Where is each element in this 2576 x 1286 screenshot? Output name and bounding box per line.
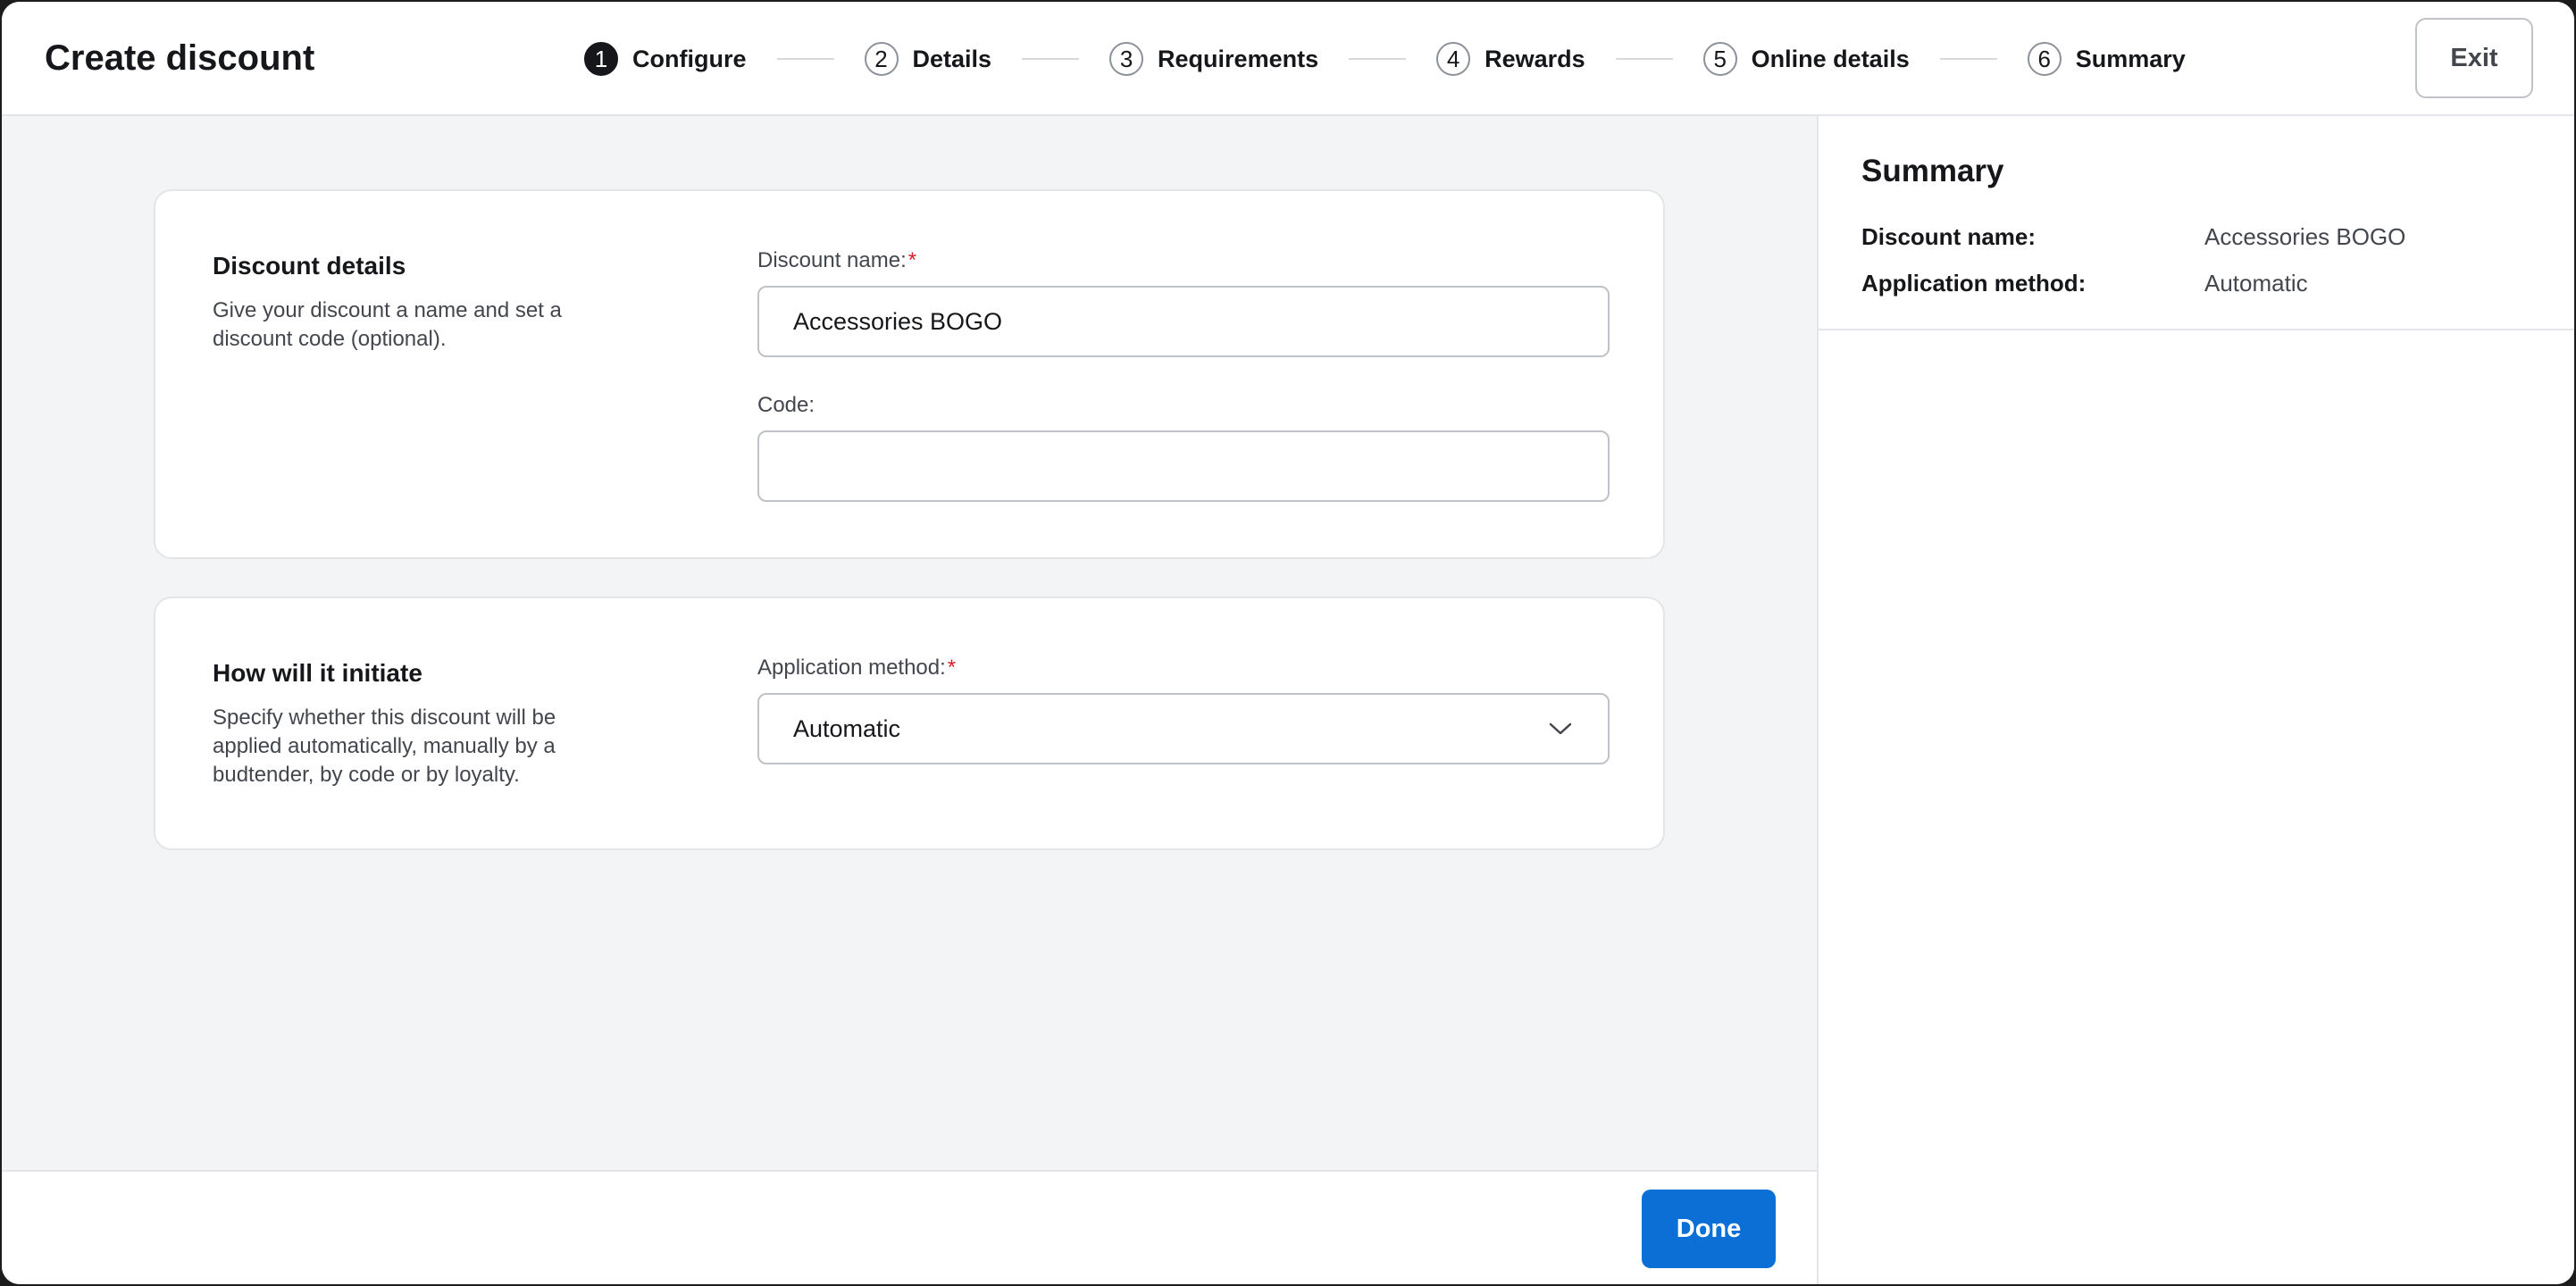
step-number: 3: [1109, 42, 1144, 76]
summary-key: Application method:: [1861, 270, 2087, 296]
step-number: 2: [864, 42, 899, 76]
card-heading: How will it initiate: [213, 659, 422, 687]
page-title: Create discount: [45, 38, 315, 78]
code-input[interactable]: [757, 430, 1610, 502]
step-label: Requirements: [1158, 45, 1319, 72]
application-method-label: Application method:*: [757, 656, 956, 681]
label-text: Application method:: [757, 656, 946, 680]
step-number: 5: [1702, 42, 1737, 76]
header: Create discount 1 Configure 2 Details 3 …: [2, 2, 2574, 116]
code-label: Code:: [757, 393, 815, 417]
application-method-select[interactable]: Automatic: [757, 693, 1610, 764]
step-number: 1: [584, 42, 618, 76]
step-connector: [1022, 58, 1080, 60]
step-connector: [776, 58, 834, 60]
step-details[interactable]: 2 Details: [864, 39, 992, 79]
card-heading: Discount details: [213, 252, 406, 280]
label-text: Discount name:: [757, 248, 907, 272]
required-mark: *: [907, 248, 917, 272]
summary-panel: Summary Discount name: Accessories BOGO …: [1817, 116, 2574, 1284]
step-connector: [1939, 58, 1997, 60]
exit-button[interactable]: Exit: [2415, 18, 2533, 98]
step-configure[interactable]: 1 Configure: [584, 39, 747, 79]
discount-name-input[interactable]: [757, 286, 1610, 357]
done-button[interactable]: Done: [1642, 1190, 1776, 1268]
step-rewards[interactable]: 4 Rewards: [1436, 39, 1585, 79]
app-window: Create discount 1 Configure 2 Details 3 …: [2, 2, 2574, 1284]
step-number: 4: [1436, 42, 1471, 76]
card-description: Specify whether this discount will be ap…: [213, 706, 556, 787]
step-connector: [1615, 58, 1673, 60]
summary-key: Discount name:: [1861, 223, 2037, 250]
card-description: Give your discount a name and set a disc…: [213, 298, 562, 351]
step-requirements[interactable]: 3 Requirements: [1109, 39, 1318, 79]
summary-value: Accessories BOGO: [2204, 223, 2406, 250]
step-label: Details: [912, 45, 992, 72]
chevron-down-icon: [1547, 715, 1574, 742]
summary-title: Summary: [1861, 154, 2004, 188]
step-online-details[interactable]: 5 Online details: [1702, 39, 1910, 79]
step-connector: [1349, 58, 1407, 60]
summary-section: Summary Discount name: Accessories BOGO …: [1819, 116, 2574, 330]
step-label: Rewards: [1485, 45, 1585, 72]
initiate-card: How will it initiate Specify whether thi…: [154, 597, 1665, 850]
step-label: Online details: [1751, 45, 1910, 72]
discount-name-label: Discount name:*: [757, 248, 916, 273]
step-label: Summary: [2075, 45, 2186, 72]
summary-value: Automatic: [2204, 270, 2308, 296]
step-summary[interactable]: 6 Summary: [2027, 39, 2186, 79]
required-mark: *: [947, 656, 957, 680]
step-label: Configure: [632, 45, 747, 72]
step-number: 6: [2027, 42, 2062, 76]
footer: Done: [2, 1170, 1817, 1284]
select-value: Automatic: [793, 714, 901, 742]
stepper: 1 Configure 2 Details 3 Requirements 4 R…: [584, 39, 2186, 79]
main-content: Discount details Give your discount a na…: [2, 116, 1817, 1170]
discount-details-card: Discount details Give your discount a na…: [154, 189, 1665, 559]
